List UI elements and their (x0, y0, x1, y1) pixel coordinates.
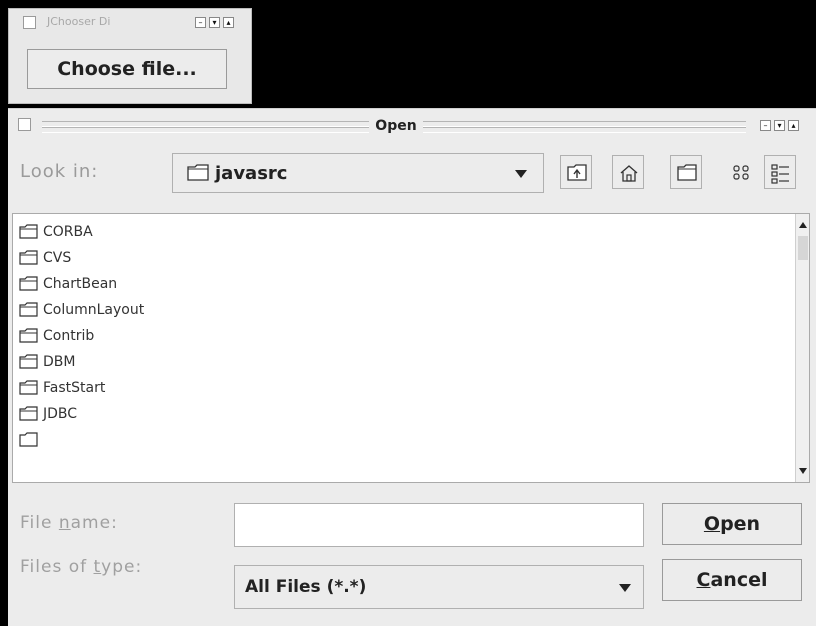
file-name: Contrib (43, 328, 95, 344)
up-folder-icon (567, 164, 587, 181)
new-folder-button[interactable] (670, 155, 702, 189)
folder-icon (19, 432, 38, 447)
list-item[interactable]: Contrib (19, 324, 419, 350)
list-item[interactable]: FastStart (19, 376, 419, 402)
file-name: ChartBean (43, 276, 118, 292)
maximize-icon[interactable]: ▾ (774, 120, 785, 131)
list-item-partial[interactable] (19, 428, 419, 454)
folder-icon (19, 380, 38, 395)
folder-icon (19, 276, 38, 291)
folder-icon (19, 354, 38, 369)
minimize-icon[interactable]: – (195, 17, 206, 28)
list-item[interactable]: ChartBean (19, 272, 419, 298)
file-name: JDBC (43, 406, 78, 422)
folder-icon (19, 406, 38, 421)
mini-title-bar: JChooser Di – ▾ ▴ (9, 9, 253, 35)
chooser-demo-frame: JChooser Di – ▾ ▴ Choose file... (8, 8, 252, 104)
list-item[interactable]: ColumnLayout (19, 298, 419, 324)
list-item[interactable]: CVS (19, 246, 419, 272)
details-view-icon (771, 164, 789, 184)
minimize-icon[interactable]: – (760, 120, 771, 131)
look-in-value: javasrc (215, 163, 288, 184)
restore-icon[interactable]: ▴ (788, 120, 799, 131)
details-view-button[interactable] (764, 155, 796, 189)
chevron-down-icon[interactable] (515, 170, 527, 178)
folder-icon (187, 164, 209, 181)
file-name-label: File name: (20, 513, 118, 533)
new-folder-icon (677, 164, 697, 181)
scroll-down-icon[interactable] (799, 468, 807, 474)
folder-icon (19, 224, 38, 239)
mini-window-title: JChooser Di (47, 15, 111, 28)
maximize-icon[interactable]: ▾ (209, 17, 220, 28)
file-name: CVS (43, 250, 72, 266)
vertical-scrollbar[interactable] (795, 214, 809, 482)
files-of-type-combo[interactable]: All Files (*.*) (234, 565, 644, 609)
files-of-type-label: Files of type: (20, 557, 143, 577)
list-view-icon (733, 165, 749, 180)
scroll-up-icon[interactable] (799, 222, 807, 228)
file-name: CORBA (43, 224, 93, 240)
dialog-title-text: Open (369, 118, 423, 134)
restore-icon[interactable]: ▴ (223, 17, 234, 28)
files-of-type-value: All Files (*.*) (245, 577, 367, 597)
look-in-combo[interactable]: javasrc (172, 153, 544, 193)
folder-icon (19, 328, 38, 343)
dialog-title: Open (8, 118, 784, 134)
file-name-field[interactable] (234, 503, 644, 547)
up-one-level-button[interactable] (560, 155, 592, 189)
cancel-button[interactable]: Cancel (662, 559, 802, 601)
list-item[interactable]: CORBA (19, 220, 419, 246)
list-item[interactable]: DBM (19, 350, 419, 376)
file-name: FastStart (43, 380, 106, 396)
folder-icon (19, 302, 38, 317)
list-view-button[interactable] (726, 155, 758, 189)
folder-icon (19, 250, 38, 265)
choose-file-button[interactable]: Choose file... (27, 49, 227, 89)
list-item[interactable]: JDBC (19, 402, 419, 428)
chevron-down-icon[interactable] (619, 584, 631, 592)
open-button[interactable]: Open (662, 503, 802, 545)
scroll-thumb[interactable] (798, 236, 808, 260)
look-in-label: Look in: (20, 161, 99, 182)
dialog-title-bar[interactable]: Open – ▾ ▴ (8, 109, 816, 141)
window-menu-checkbox[interactable] (23, 16, 36, 29)
file-list[interactable]: CORBA CVS ChartBean ColumnLayout Contrib… (12, 213, 810, 483)
file-name: ColumnLayout (43, 302, 145, 318)
home-button[interactable] (612, 155, 644, 189)
home-icon (620, 165, 638, 182)
open-dialog: Open – ▾ ▴ Look in: javasrc CORBA CVS Ch… (8, 108, 816, 626)
file-name: DBM (43, 354, 76, 370)
